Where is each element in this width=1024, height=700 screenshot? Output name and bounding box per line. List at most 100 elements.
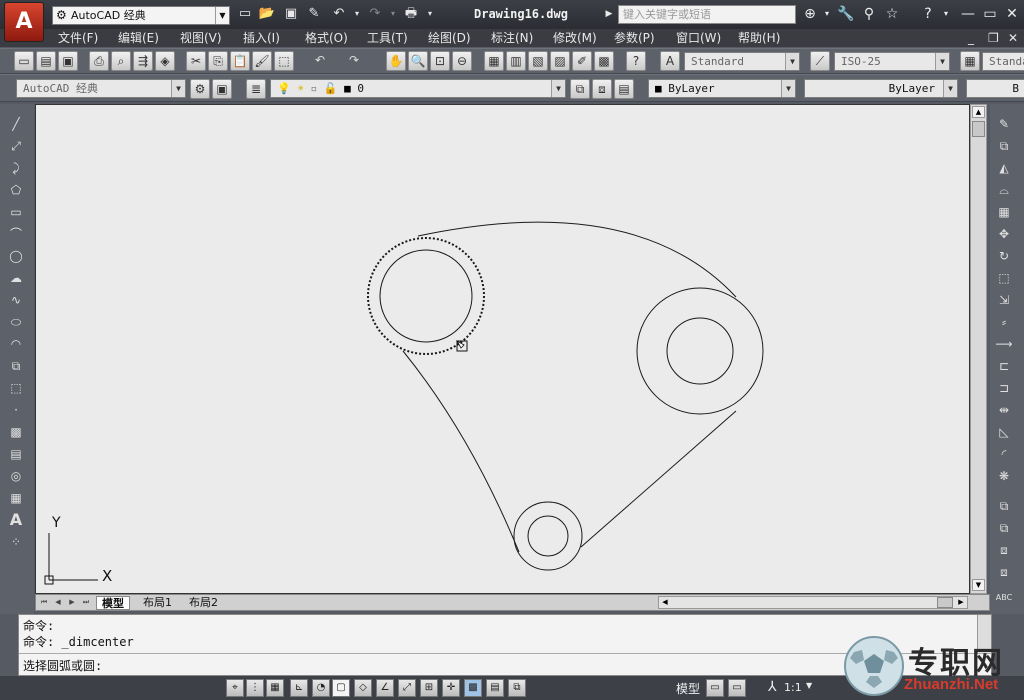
save-as-icon[interactable]: ✎ — [305, 5, 323, 23]
command-scrollbar[interactable] — [977, 615, 991, 653]
first-tab-icon[interactable]: ⏮ — [38, 596, 50, 609]
scroll-right-icon[interactable]: ▶ — [955, 597, 967, 608]
chevron-down-icon[interactable]: ▼ — [215, 7, 229, 24]
menu-edit[interactable]: 编辑(E) — [118, 29, 159, 47]
right-inner-circle[interactable] — [666, 317, 734, 385]
workspace-settings-icon[interactable]: ⚙ — [190, 79, 210, 99]
wrench-icon[interactable]: 🔧 — [836, 4, 856, 24]
sheet-set-icon[interactable]: ▨ — [550, 51, 570, 71]
stretch-icon[interactable]: ⇲ — [994, 290, 1014, 310]
scroll-left-icon[interactable]: ◀ — [659, 597, 671, 608]
color-combo[interactable]: ■ ByLayer ▼ — [648, 79, 796, 98]
workspace-select[interactable]: ⚙ AutoCAD 经典 ▼ — [52, 6, 230, 25]
draworder-back-icon[interactable]: ⧉ — [994, 518, 1014, 538]
selection-cycling-icon[interactable]: ⧉ — [508, 679, 526, 697]
polyline-icon[interactable]: ⤸ — [6, 158, 26, 178]
spline-icon[interactable]: ∿ — [6, 290, 26, 310]
arc-icon[interactable]: ⌒ — [6, 224, 26, 244]
help-dropdown-icon[interactable]: ▾ — [936, 4, 956, 24]
zoom-previous-icon[interactable]: ⊖ — [452, 51, 472, 71]
explode-icon[interactable]: ❋ — [994, 466, 1014, 486]
last-tab-icon[interactable]: ⏭ — [80, 596, 92, 609]
menu-draw[interactable]: 绘图(D) — [428, 29, 471, 47]
markup-icon[interactable]: ✐ — [572, 51, 592, 71]
lineweight-icon[interactable]: ✛ — [442, 679, 460, 697]
table-style-combo[interactable]: Standa — [982, 52, 1024, 71]
save-icon[interactable]: ▣ — [282, 5, 300, 23]
quick-properties-icon[interactable]: ▤ — [486, 679, 504, 697]
layer-combo[interactable]: 💡 ☀ ▫ 🔓 ■ 0 ▼ — [270, 79, 566, 98]
customize-icon[interactable]: ▾ — [421, 5, 439, 23]
redo-icon[interactable]: ↷ — [344, 51, 364, 71]
chevron-down-icon[interactable]: ▼ — [551, 80, 565, 97]
menu-window[interactable]: 窗口(W) — [676, 29, 721, 47]
chevron-down-icon[interactable]: ▼ — [935, 53, 949, 70]
copy-object-icon[interactable]: ⧉ — [994, 136, 1014, 156]
menu-view[interactable]: 视图(V) — [180, 29, 222, 47]
dynamic-ucs-icon[interactable]: ⤢ — [398, 679, 416, 697]
plot-preview-icon[interactable]: ⌕ — [111, 51, 131, 71]
table-style-icon[interactable]: ▦ — [960, 51, 980, 71]
search-dropdown-icon[interactable]: ▾ — [817, 4, 837, 24]
region-icon[interactable]: ◎ — [6, 466, 26, 486]
annotation-scale-icon[interactable]: ⅄ — [768, 679, 777, 695]
quick-view-drawings-icon[interactable]: ▭ — [728, 679, 746, 697]
menu-help[interactable]: 帮助(H) — [738, 29, 780, 47]
insert-block-icon[interactable]: ⧉ — [6, 356, 26, 376]
ortho-mode-icon[interactable]: ⊾ — [290, 679, 308, 697]
table-icon[interactable]: ▦ — [6, 488, 26, 508]
application-menu-button[interactable]: A — [4, 2, 44, 42]
menu-file[interactable]: 文件(F) — [58, 29, 98, 47]
menu-dimension[interactable]: 标注(N) — [491, 29, 533, 47]
3d-dwf-icon[interactable]: ◈ — [155, 51, 175, 71]
dim-style-combo[interactable]: ISO-25 ▼ — [834, 52, 950, 71]
close-icon[interactable]: ✕ — [1002, 4, 1022, 24]
menu-modify[interactable]: 修改(M) — [553, 29, 597, 47]
right-outer-circle[interactable] — [636, 287, 764, 415]
break-icon[interactable]: ⊐ — [994, 378, 1014, 398]
model-space-label[interactable]: 模型 — [676, 680, 700, 697]
copy-icon[interactable]: ⎘ — [208, 51, 228, 71]
object-snap-icon[interactable]: ▢ — [332, 679, 350, 697]
linetype-combo[interactable]: ByLayer ▼ — [804, 79, 958, 98]
redo-dropdown-icon[interactable]: ▾ — [384, 5, 402, 23]
multiline-text-icon[interactable]: A — [6, 510, 26, 530]
undo-icon[interactable]: ↶ — [310, 51, 330, 71]
lineweight-combo[interactable]: B — [966, 79, 1024, 98]
annotation-scale-value[interactable]: 1:1 — [784, 681, 802, 694]
tab-layout2[interactable]: 布局2 — [184, 596, 223, 610]
save-icon[interactable]: ▣ — [58, 51, 78, 71]
search-input[interactable]: 键入关键字或短语 — [618, 5, 796, 24]
qnew-icon[interactable]: ▭ — [14, 51, 34, 71]
doc-minimize-icon[interactable]: _ — [968, 29, 974, 47]
draworder-above-icon[interactable]: ⧈ — [994, 540, 1014, 560]
mirror-icon[interactable]: ◭ — [994, 158, 1014, 178]
menu-parametric[interactable]: 参数(P) — [614, 29, 655, 47]
tool-palettes-icon[interactable]: ▧ — [528, 51, 548, 71]
h-scroll-thumb[interactable] — [937, 597, 953, 608]
clean-screen-icon[interactable]: ▣ — [212, 79, 232, 99]
scroll-up-icon[interactable]: ▲ — [972, 106, 985, 118]
quick-view-layouts-icon[interactable]: ▭ — [706, 679, 724, 697]
text-style-icon[interactable]: A — [660, 51, 680, 71]
workspace-toolbar-combo[interactable]: AutoCAD 经典 ▼ — [16, 79, 186, 98]
chamfer-icon[interactable]: ◺ — [994, 422, 1014, 442]
revision-cloud-icon[interactable]: ☁ — [6, 268, 26, 288]
undo-icon[interactable]: ↶ — [330, 5, 348, 23]
match-properties-icon[interactable]: 🖌 — [252, 51, 272, 71]
polygon-icon[interactable]: ⬠ — [6, 180, 26, 200]
make-current-layer-icon[interactable]: ⧉ — [570, 79, 590, 99]
properties-icon[interactable]: ▦ — [484, 51, 504, 71]
maximize-icon[interactable]: ▭ — [980, 4, 1000, 24]
grid-snap-icon[interactable]: ⋮ — [246, 679, 264, 697]
command-window[interactable]: 命令: 命令: _dimcenter 选择圆弧或圆: — [18, 614, 992, 676]
fillet-icon[interactable]: ◜ — [994, 444, 1014, 464]
scale-icon[interactable]: ⬚ — [994, 268, 1014, 288]
left-inner-circle[interactable] — [379, 249, 473, 343]
layer-properties-icon[interactable]: ≣ — [246, 79, 266, 99]
block-editor-icon[interactable]: ⬚ — [274, 51, 294, 71]
break-at-point-icon[interactable]: ⊏ — [994, 356, 1014, 376]
doc-close-icon[interactable]: ✕ — [1008, 29, 1018, 47]
bottom-outer-circle[interactable] — [513, 501, 583, 571]
menu-format[interactable]: 格式(O) — [305, 29, 348, 47]
